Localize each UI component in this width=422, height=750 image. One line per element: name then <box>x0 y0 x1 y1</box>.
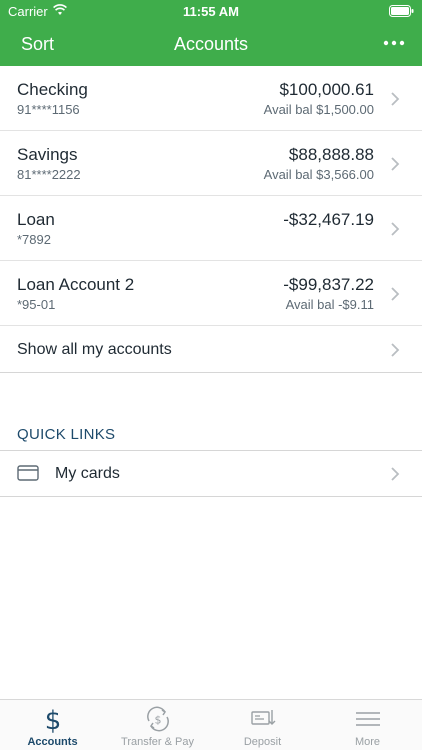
available-balance: Avail bal $1,500.00 <box>263 102 374 117</box>
account-row-savings[interactable]: Savings 81****2222 $88,888.88 Avail bal … <box>0 131 422 196</box>
section-spacer <box>0 373 422 421</box>
chevron-right-icon <box>391 343 400 357</box>
status-time: 11:55 AM <box>183 4 239 19</box>
chevron-right-icon <box>391 222 400 236</box>
account-row-loan[interactable]: Loan *7892 -$32,467.19 <box>0 196 422 261</box>
quick-links-title: QUICK LINKS <box>17 426 116 443</box>
quick-links-header: QUICK LINKS <box>0 421 422 451</box>
available-balance: Avail bal -$9.11 <box>285 297 374 312</box>
page-title: Accounts <box>173 34 249 54</box>
more-options-icon[interactable] <box>382 35 406 51</box>
top-bar: Carrier 11:55 AM Sort Accounts <box>0 0 422 66</box>
quick-link-my-cards[interactable]: My cards <box>0 451 422 497</box>
account-name: Checking <box>17 80 88 99</box>
available-balance: Avail bal $3,566.00 <box>263 167 374 182</box>
tab-more[interactable]: More <box>315 700 420 750</box>
account-balance: -$99,837.22 <box>283 275 374 294</box>
tab-label: Accounts <box>27 736 78 748</box>
quick-link-label: My cards <box>55 465 120 482</box>
menu-icon <box>356 712 380 726</box>
account-number: 91****1156 <box>17 102 80 117</box>
show-all-accounts-row[interactable]: Show all my accounts <box>0 326 422 373</box>
dollar-icon: $ <box>45 706 62 733</box>
tab-label: Transfer & Pay <box>121 736 194 748</box>
account-row-loan-account-2[interactable]: Loan Account 2 *95-01 -$99,837.22 Avail … <box>0 261 422 326</box>
account-name: Loan Account 2 <box>17 275 135 294</box>
tab-label: Deposit <box>243 736 282 748</box>
account-row-checking[interactable]: Checking 91****1156 $100,000.61 Avail ba… <box>0 66 422 131</box>
tab-accounts[interactable]: $ Accounts <box>0 700 105 750</box>
show-all-accounts-label: Show all my accounts <box>17 341 172 358</box>
chevron-right-icon <box>391 92 400 106</box>
transfer-icon: $ <box>147 706 169 732</box>
status-bar: Carrier 11:55 AM <box>0 0 422 22</box>
account-balance: -$32,467.19 <box>283 210 374 229</box>
accounts-list: Checking 91****1156 $100,000.61 Avail ba… <box>0 66 422 497</box>
nav-bar: Sort Accounts <box>0 22 422 66</box>
account-name: Loan <box>17 210 55 229</box>
svg-text:$: $ <box>155 714 162 727</box>
tab-label: More <box>354 736 381 748</box>
credit-card-icon <box>17 465 39 481</box>
account-number: 81****2222 <box>17 167 81 182</box>
chevron-right-icon <box>391 287 400 301</box>
deposit-icon <box>251 710 276 725</box>
account-number: *7892 <box>17 232 51 247</box>
account-number: *95-01 <box>17 297 56 312</box>
tab-transfer-pay[interactable]: $ Transfer & Pay <box>105 700 210 750</box>
battery-icon <box>389 5 414 17</box>
account-balance: $100,000.61 <box>279 80 374 99</box>
tab-bar: $ Accounts $ Transfer & Pay Deposit More <box>0 699 422 750</box>
chevron-right-icon <box>391 157 400 171</box>
account-name: Savings <box>17 145 78 164</box>
account-balance: $88,888.88 <box>288 145 374 164</box>
svg-text:$: $ <box>45 706 62 733</box>
chevron-right-icon <box>391 467 400 481</box>
tab-deposit[interactable]: Deposit <box>210 700 315 750</box>
